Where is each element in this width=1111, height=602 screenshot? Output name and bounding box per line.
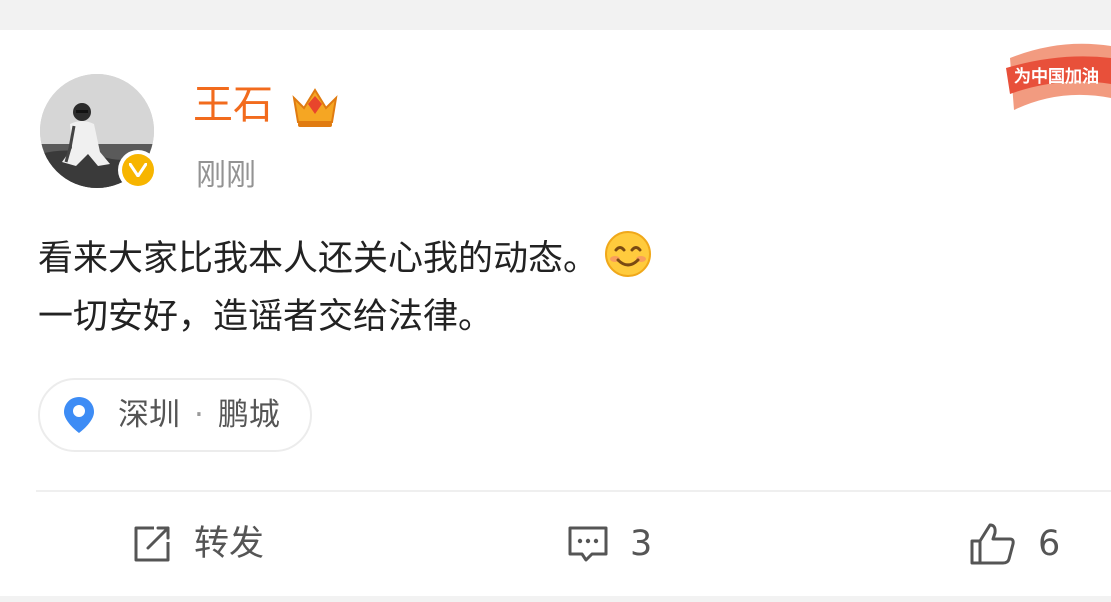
- smiling-face-emoji-icon: [605, 231, 652, 277]
- location-city: 深圳: [118, 397, 180, 433]
- divider: [36, 490, 1111, 492]
- location-pin-icon: [64, 397, 94, 433]
- promo-badge-icon: 为中国加油: [1006, 43, 1111, 110]
- promo-badge-text: 为中国加油: [1014, 66, 1099, 87]
- location-tag[interactable]: 深圳 · 鹏城: [38, 378, 312, 452]
- comment-button[interactable]: 3: [566, 516, 652, 572]
- repost-icon: [134, 526, 170, 562]
- repost-button[interactable]: 转发: [130, 516, 264, 572]
- post-content-line-2: 一切安好，造谣者交给法律。: [38, 297, 494, 337]
- like-count: 6: [1038, 524, 1061, 564]
- comment-icon: [568, 526, 608, 562]
- verified-check-icon: [129, 163, 147, 177]
- username[interactable]: 王石: [193, 80, 273, 130]
- thumbs-up-icon: [970, 523, 1015, 565]
- like-button[interactable]: 6: [968, 516, 1060, 572]
- post-content: 看来大家比我本人还关心我的动态。 一切安好，造谣者交给法律。: [38, 230, 1078, 346]
- post-timestamp: 刚刚: [196, 158, 256, 193]
- post-content-line-1: 看来大家比我本人还关心我的动态。: [38, 230, 1078, 288]
- comment-count: 3: [630, 524, 653, 564]
- location-separator: ·: [194, 397, 204, 433]
- location-place: 鹏城: [217, 397, 280, 433]
- crown-member-icon[interactable]: [290, 84, 340, 130]
- post-card: 王石 刚刚 为中国加油 看来大家比我本人还关心我的动态。 一切安好，造谣者交给法…: [0, 30, 1111, 596]
- verified-badge: [118, 150, 158, 190]
- repost-label: 转发: [194, 524, 265, 564]
